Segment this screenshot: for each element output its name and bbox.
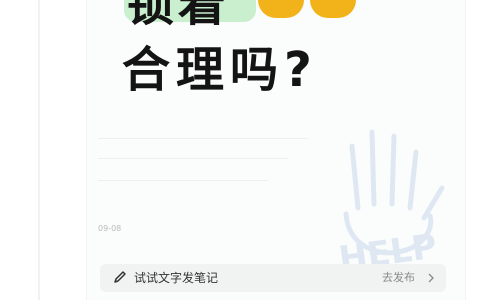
publish-link[interactable]: 去发布 xyxy=(382,271,415,285)
faint-line xyxy=(98,180,268,181)
chevron-right-icon[interactable] xyxy=(427,273,435,283)
post-date: 09-08 xyxy=(98,224,122,233)
pen-icon xyxy=(114,271,126,283)
title-line-2: 合理吗? xyxy=(122,42,318,98)
help-hand-watermark-icon: HELP xyxy=(336,129,445,268)
write-note-prompt[interactable]: 试试文字发笔记 xyxy=(134,270,218,286)
title-line-1: 锁着 xyxy=(126,0,231,32)
left-divider xyxy=(38,0,40,300)
faint-line xyxy=(98,138,308,139)
faint-line xyxy=(98,158,288,159)
